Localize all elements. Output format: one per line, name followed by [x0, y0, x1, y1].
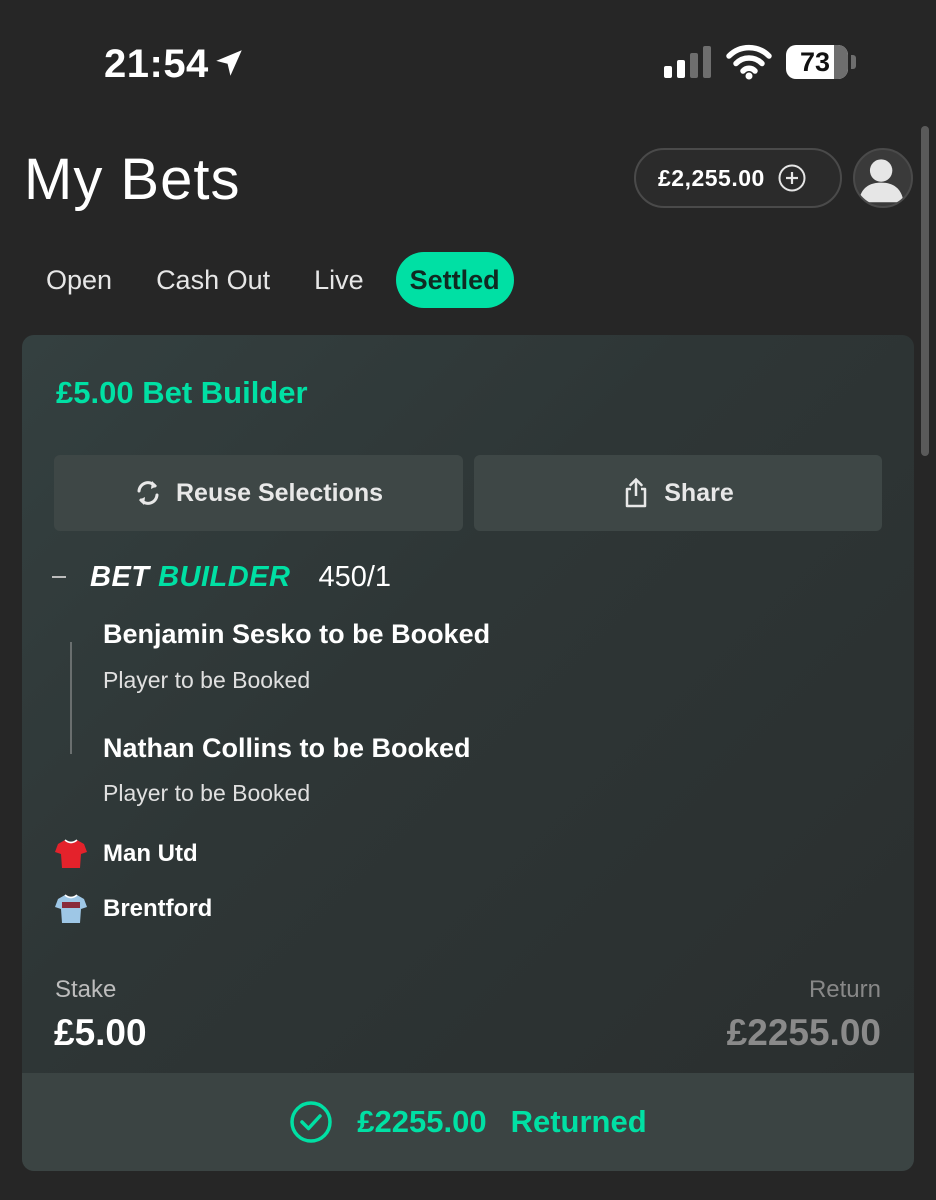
battery-percentage: 73 — [799, 47, 831, 77]
reuse-selections-button[interactable]: Reuse Selections — [54, 455, 463, 531]
man-utd-shirt-icon — [55, 839, 87, 868]
bet-tabs: Open Cash Out Live Settled — [24, 252, 514, 308]
check-circle-icon — [290, 1101, 333, 1143]
share-icon — [626, 477, 647, 508]
bet-builder-logo-word2: BUILDER — [158, 560, 291, 593]
battery-tip — [851, 55, 856, 69]
leg-market: Player to be Booked — [103, 667, 311, 693]
returned-label: Returned — [510, 1104, 647, 1139]
leg-title: Benjamin Sesko to be Booked — [103, 619, 491, 649]
tab-open[interactable]: Open — [24, 252, 134, 308]
returned-amount: £2255.00 — [357, 1104, 487, 1139]
add-funds-icon[interactable] — [777, 163, 807, 193]
share-button[interactable]: Share — [474, 455, 882, 531]
signal-icon — [664, 46, 711, 78]
balance-button[interactable]: £2,255.00 — [634, 148, 842, 208]
wifi-icon — [726, 44, 772, 80]
refresh-icon — [137, 481, 159, 505]
reuse-selections-label: Reuse Selections — [175, 478, 384, 507]
returned-status-bar: £2255.00 Returned — [22, 1073, 914, 1171]
bet-odds: 450/1 — [318, 560, 392, 593]
bet-card: £5.00 Bet Builder Reuse Selections Share… — [22, 335, 914, 1171]
status-bar: 21:54 73 — [0, 0, 936, 120]
status-time: 21:54 — [104, 42, 209, 86]
team-row-man-utd: Man Utd — [54, 837, 198, 871]
page-title: My Bets — [24, 147, 241, 212]
stake-label: Stake — [55, 976, 117, 1003]
balance-amount: £2,255.00 — [658, 164, 765, 191]
bet-builder-header: BET BUILDER 450/1 — [52, 557, 391, 597]
tab-settled[interactable]: Settled — [395, 252, 514, 308]
user-avatar-icon[interactable] — [853, 148, 913, 208]
team-name: Brentford — [103, 895, 213, 922]
team-name: Man Utd — [103, 840, 198, 867]
tab-cash-out[interactable]: Cash Out — [134, 252, 292, 308]
scrollbar[interactable] — [921, 126, 929, 456]
tab-live[interactable]: Live — [292, 252, 386, 308]
leg-title: Nathan Collins to be Booked — [103, 733, 471, 763]
leg-market: Player to be Booked — [103, 780, 311, 806]
stake-value: £5.00 — [54, 1012, 147, 1053]
bet-builder-logo: BET BUILDER — [90, 561, 290, 594]
share-label: Share — [664, 478, 734, 507]
return-value: £2255.00 — [726, 1012, 881, 1053]
legs-connector-line — [70, 642, 72, 754]
team-row-brentford: Brentford — [54, 892, 212, 926]
brentford-shirt-icon — [55, 894, 87, 923]
location-arrow-icon — [216, 50, 242, 76]
collapse-icon[interactable] — [52, 576, 66, 578]
return-label: Return — [808, 976, 881, 1003]
bet-builder-logo-word1: BET — [90, 560, 150, 593]
bet-card-title: £5.00 Bet Builder — [56, 375, 308, 410]
